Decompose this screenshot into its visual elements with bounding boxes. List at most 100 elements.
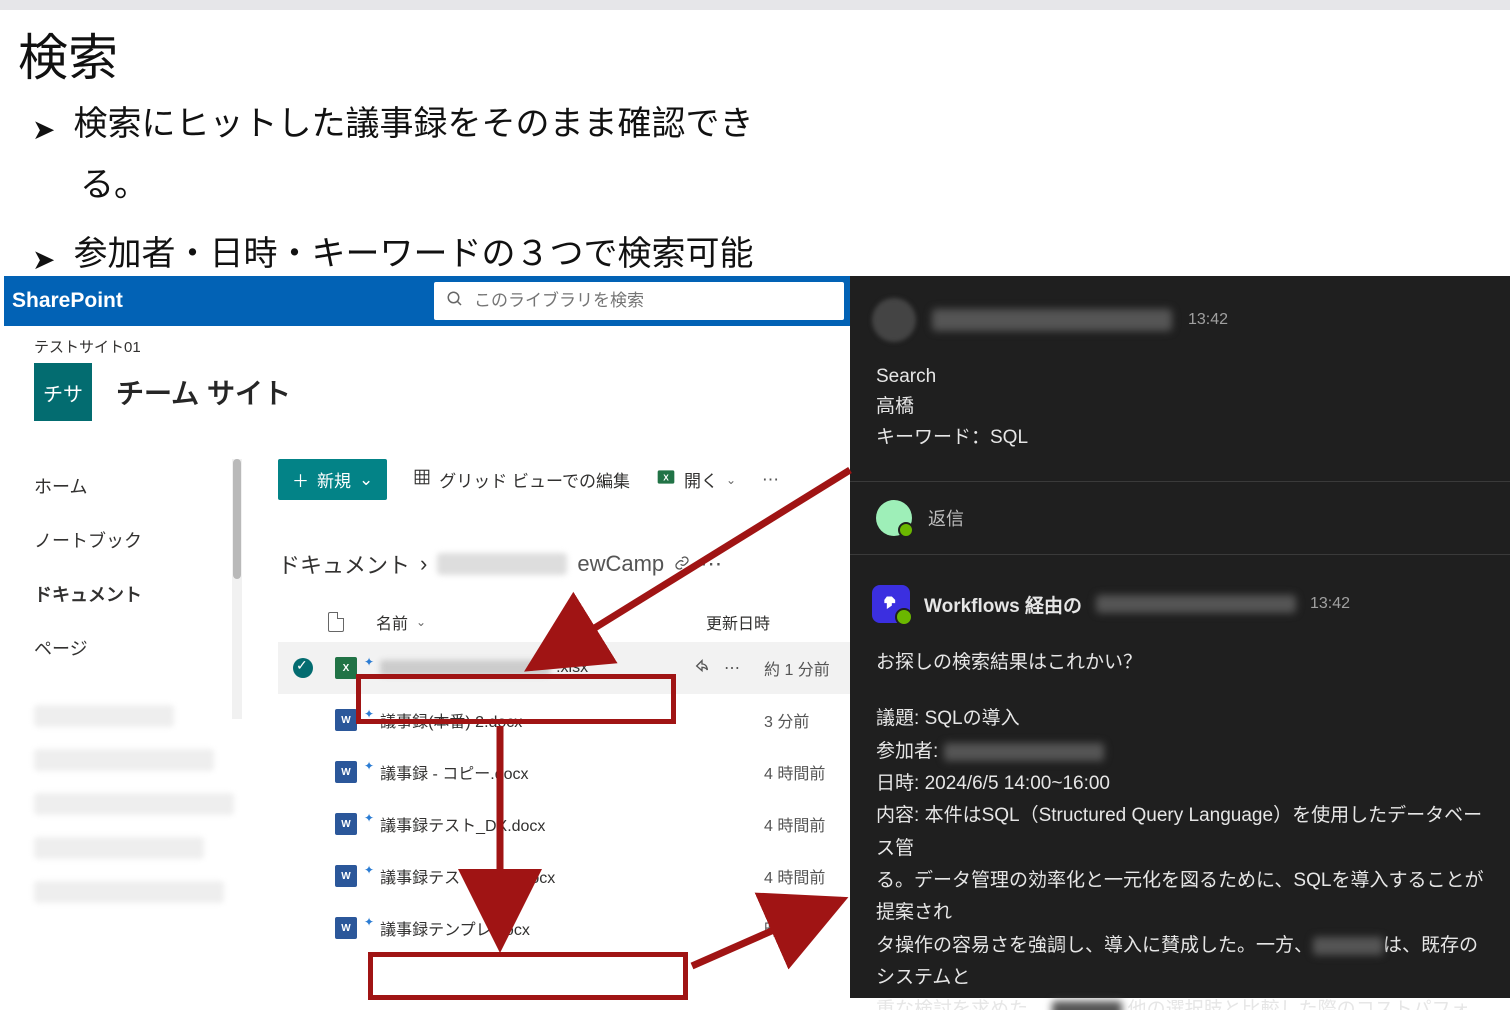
file-name: 議事録テスト_DX.docx xyxy=(380,812,545,836)
svg-text:X: X xyxy=(663,472,669,482)
word-file-icon: W xyxy=(335,917,357,939)
column-name[interactable]: 名前 xyxy=(376,610,408,634)
link-icon[interactable] xyxy=(674,551,690,577)
site-title: チーム サイト xyxy=(116,372,291,412)
nav-notebook[interactable]: ノートブック xyxy=(34,513,242,567)
excel-file-icon: X xyxy=(335,657,357,679)
bullet-1-line-2: る。 xyxy=(80,155,148,216)
sharepoint-brand: SharePoint xyxy=(4,289,434,313)
new-indicator-icon: ✦ xyxy=(364,812,374,824)
content-line: タ操作の容易さを強調し、導入に賛成した。一方、 xyxy=(876,935,1313,956)
nav-home[interactable]: ホーム xyxy=(34,459,242,513)
workflows-icon xyxy=(872,585,910,623)
slide-bullets: ➤ 検索にヒットした議事録をそのまま確認でき る。 ➤ 参加者・日時・キーワード… xyxy=(32,94,753,286)
file-row[interactable]: W ✦議事録テスト_SQL.docx 4 時間前 xyxy=(278,850,850,902)
file-modified: 4 時間前 xyxy=(764,812,825,836)
reply-button[interactable]: 返信 xyxy=(850,482,1510,554)
file-row[interactable]: W ✦議事録 - コピー.docx 4 時間前 xyxy=(278,746,850,798)
column-headers: 名前 ⌄ 更新日時 xyxy=(278,610,850,634)
topic-value: SQLの導入 xyxy=(925,708,1020,729)
nav-documents[interactable]: ドキュメント xyxy=(34,567,242,621)
new-indicator-icon: ✦ xyxy=(364,916,374,928)
site-logo[interactable]: チサ xyxy=(34,363,92,421)
breadcrumb-blurred xyxy=(437,553,567,575)
new-indicator-icon: ✦ xyxy=(364,708,374,720)
breadcrumb-root[interactable]: ドキュメント xyxy=(278,548,410,580)
bullet-icon: ➤ xyxy=(32,246,55,274)
slide-title: 検索 xyxy=(18,18,118,90)
file-ext: .xlsx xyxy=(556,659,588,677)
file-name: 議事録テンプレ.docx xyxy=(380,916,530,940)
share-icon[interactable] xyxy=(694,658,710,679)
new-label: 新規 xyxy=(317,467,351,492)
new-button[interactable]: ＋ 新規 ⌄ xyxy=(278,459,387,500)
open-button[interactable]: X 開く ⌄ xyxy=(656,467,736,492)
plus-icon: ＋ xyxy=(292,467,309,492)
word-file-icon: W xyxy=(335,709,357,731)
site-path[interactable]: テストサイト01 xyxy=(34,336,850,357)
grid-icon xyxy=(413,468,431,491)
new-indicator-icon: ✦ xyxy=(364,656,374,668)
teams-panel: 13:42 Search 高橋 キーワード：SQL 返信 Workflows 経… xyxy=(850,276,1510,998)
excel-icon: X xyxy=(656,467,676,492)
topic-label: 議題: xyxy=(876,708,919,729)
file-name: 議事録 - コピー.docx xyxy=(380,760,528,784)
column-modified[interactable]: 更新日時 xyxy=(706,616,770,633)
msg-line: Search xyxy=(876,362,1510,392)
teams-message-body: Search 高橋 キーワード：SQL xyxy=(850,342,1510,453)
chevron-down-icon: ⌄ xyxy=(726,473,736,487)
toolbar: ＋ 新規 ⌄ グリッド ビューでの編集 X 開く xyxy=(278,459,850,500)
file-list: X ✦ .xlsx ⋯ 約 1 分前 xyxy=(278,642,850,954)
nav-pages[interactable]: ページ xyxy=(34,621,242,675)
sidebar-nav: ホーム ノートブック ドキュメント ページ xyxy=(4,459,242,954)
file-modified: 約 1 分前 xyxy=(764,656,830,680)
file-name: 議事録(本番) 2.docx xyxy=(380,708,522,732)
message-time: 13:42 xyxy=(1310,595,1350,613)
chevron-down-icon[interactable]: ⌄ xyxy=(416,615,426,629)
file-modified: 4 時間前 xyxy=(764,864,825,888)
slide-top-strip xyxy=(0,0,1510,10)
row-selected-icon[interactable] xyxy=(293,658,313,678)
datetime-value: 2024/6/5 14:00~16:00 xyxy=(925,773,1110,794)
content-line: る。データ管理の効率化と一元化を図るために、SQLを導入することが提案され xyxy=(876,865,1484,930)
message-time: 13:42 xyxy=(1188,311,1228,329)
word-file-icon: W xyxy=(335,813,357,835)
participants-blurred xyxy=(944,743,1104,761)
content-blurred xyxy=(1313,937,1383,955)
file-row[interactable]: X ✦ .xlsx ⋯ 約 1 分前 xyxy=(278,642,850,694)
workflows-sender: Workflows 経由の xyxy=(924,591,1082,618)
search-input[interactable] xyxy=(474,291,832,311)
new-indicator-icon: ✦ xyxy=(364,864,374,876)
more-toolbar[interactable]: ⋯ xyxy=(762,470,779,490)
word-file-icon: W xyxy=(335,761,357,783)
word-file-icon: W xyxy=(335,865,357,887)
file-row[interactable]: W ✦ 議事録テスト_DX.docx 4 時間前 xyxy=(278,798,850,850)
grid-edit-button[interactable]: グリッド ビューでの編集 xyxy=(413,467,630,492)
avatar[interactable] xyxy=(872,298,916,342)
more-breadcrumb[interactable]: ⋯ xyxy=(700,551,722,577)
workflows-name-blurred xyxy=(1096,595,1296,613)
sharepoint-main: ＋ 新規 ⌄ グリッド ビューでの編集 X 開く xyxy=(242,459,850,954)
bullet-icon: ➤ xyxy=(32,116,55,144)
sender-name-blurred xyxy=(932,309,1172,331)
file-name-blurred xyxy=(380,660,550,676)
file-row[interactable]: W ✦議事録(本番) 2.docx 3 分前 xyxy=(278,694,850,746)
file-row[interactable]: W ✦ 議事録テンプレ.docx 昨日 7: xyxy=(278,902,850,954)
sharepoint-topbar: SharePoint xyxy=(4,276,850,326)
search-box[interactable] xyxy=(434,282,844,320)
workflows-message-body: お探しの検索結果はこれかい？ 議題: SQLの導入 参加者: 日時: 2024/… xyxy=(850,623,1510,1010)
content-line: 本件はSQL（Structured Query Language）を使用したデー… xyxy=(876,805,1482,858)
msg-line: キーワード：SQL xyxy=(876,423,1510,453)
sharepoint-header: テストサイト01 チサ チーム サイト xyxy=(4,326,850,421)
sidebar-scrollbar[interactable] xyxy=(232,459,242,719)
file-modified: 昨日 7: xyxy=(764,916,814,940)
breadcrumb-end[interactable]: ewCamp xyxy=(577,551,664,577)
sharepoint-panel: SharePoint テストサイト01 チサ チーム サイト ホーム ノートブッ… xyxy=(4,276,850,998)
new-indicator-icon: ✦ xyxy=(364,760,374,772)
breadcrumb-separator: › xyxy=(420,551,427,577)
content-label: 内容: xyxy=(876,805,919,826)
file-type-column-icon[interactable] xyxy=(328,612,344,632)
content-line: 重な検討を求めた。 xyxy=(876,999,1047,1010)
more-icon[interactable]: ⋯ xyxy=(724,658,740,679)
msg-line: 高橋 xyxy=(876,392,1510,422)
